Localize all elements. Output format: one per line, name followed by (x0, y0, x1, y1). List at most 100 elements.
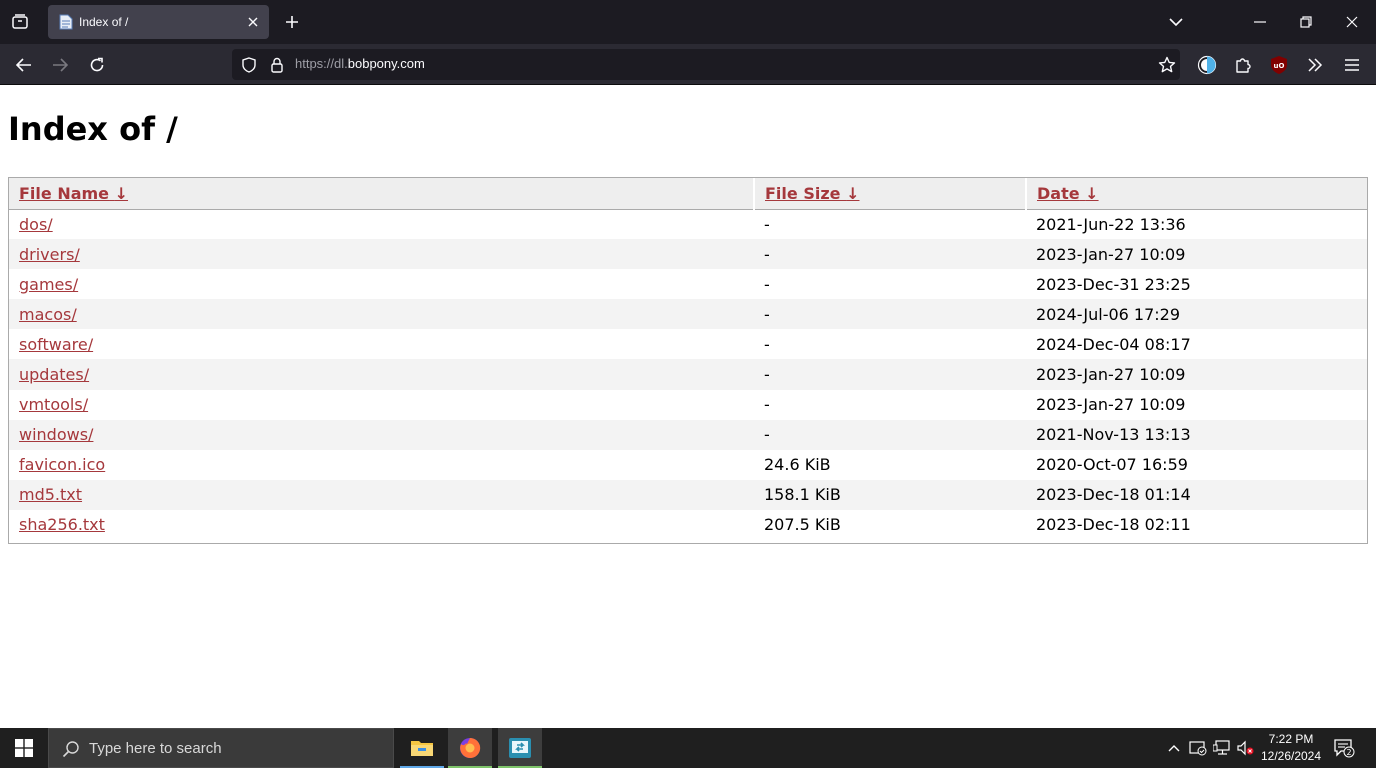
table-row: macos/ - 2024-Jul-06 17:29 (9, 299, 1367, 330)
network-icon[interactable] (1212, 738, 1232, 758)
file-explorer-icon[interactable] (400, 728, 444, 768)
file-link[interactable]: md5.txt (19, 485, 82, 504)
security-center-icon[interactable] (1188, 738, 1208, 758)
navigation-toolbar: https://dl.bobpony.com uO (0, 44, 1376, 85)
file-date: 2023-Dec-31 23:25 (1036, 274, 1191, 294)
chevron-double-right-icon[interactable] (1303, 53, 1327, 77)
forward-arrow-icon[interactable] (48, 53, 72, 77)
notification-center-icon[interactable]: 2 (1332, 737, 1356, 759)
clock-time: 7:22 PM (1268, 732, 1314, 746)
table-row: software/ - 2024-Dec-04 08:17 (9, 329, 1367, 359)
taskbar-clock[interactable]: 7:22 PM 12/26/2024 (1256, 731, 1326, 765)
file-size: - (764, 334, 770, 354)
header-file-size: File Size ↓ (754, 178, 1027, 210)
file-date: 2021-Nov-13 13:13 (1026, 419, 1367, 450)
file-date: 2024-Dec-04 08:17 (1036, 334, 1191, 354)
new-tab-icon[interactable] (282, 12, 302, 32)
file-date: 2023-Dec-18 01:14 (1026, 479, 1367, 510)
minimize-icon[interactable] (1250, 12, 1270, 32)
close-window-icon[interactable] (1342, 12, 1362, 32)
file-date: 2023-Jan-27 10:09 (1036, 395, 1186, 415)
search-icon (61, 739, 81, 759)
file-size: - (754, 239, 1026, 270)
puzzle-icon[interactable] (1231, 53, 1255, 77)
table-row: vmtools/ - 2023-Jan-27 10:09 (9, 390, 1367, 420)
file-listing-table: File Name ↓ File Size ↓ Date ↓ dos/ - 20… (8, 177, 1368, 544)
clock-date: 12/26/2024 (1260, 749, 1322, 763)
file-link[interactable]: sha256.txt (19, 515, 105, 534)
table-row: sha256.txt 207.5 KiB 2023-Dec-18 02:11 (9, 510, 1367, 540)
file-size: - (764, 395, 770, 415)
file-size: - (764, 274, 770, 294)
file-size: - (754, 359, 1026, 390)
file-size: 207.5 KiB (764, 515, 841, 535)
file-size: - (764, 214, 770, 234)
table-row: dos/ - 2021-Jun-22 13:36 (9, 209, 1367, 239)
page-title: Index of / (8, 110, 178, 148)
file-link[interactable]: macos/ (19, 305, 77, 324)
file-link[interactable]: games/ (19, 275, 78, 294)
table-row: windows/ - 2021-Nov-13 13:13 (9, 419, 1367, 450)
url-prefix: https://dl. (295, 56, 348, 71)
hamburger-menu-icon[interactable] (1340, 53, 1364, 77)
tab-title: Index of / (79, 15, 129, 29)
sort-by-name-link[interactable]: File Name ↓ (19, 184, 128, 203)
tracking-shield-icon[interactable] (240, 56, 258, 74)
file-date: 2023-Jan-27 10:09 (1026, 359, 1367, 390)
table-row: games/ - 2023-Dec-31 23:25 (9, 269, 1367, 299)
table-header-row: File Name ↓ File Size ↓ Date ↓ (9, 178, 1367, 210)
sort-by-size-link[interactable]: File Size ↓ (765, 184, 859, 203)
file-link[interactable]: vmtools/ (19, 395, 88, 414)
file-date: 2021-Jun-22 13:36 (1036, 214, 1186, 234)
url-bar[interactable]: https://dl.bobpony.com (232, 49, 1180, 80)
file-link[interactable]: favicon.ico (19, 455, 105, 474)
table-row: updates/ - 2023-Jan-27 10:09 (9, 359, 1367, 390)
sort-by-date-link[interactable]: Date ↓ (1037, 184, 1099, 203)
sort-arrow-icon: ↓ (114, 183, 129, 203)
windows-taskbar: Type here to search 7:22 PM 12/26/2024 2 (0, 728, 1376, 768)
sort-arrow-icon: ↓ (846, 183, 860, 203)
file-link[interactable]: drivers/ (19, 245, 80, 264)
file-date: 2020-Oct-07 16:59 (1036, 455, 1188, 475)
document-favicon-icon (58, 14, 74, 30)
chevron-up-icon[interactable] (1164, 738, 1184, 758)
file-size: 24.6 KiB (764, 455, 831, 475)
file-date: 2023-Dec-18 02:11 (1036, 515, 1191, 535)
header-file-name: File Name ↓ (9, 178, 755, 210)
dark-reader-icon[interactable] (1195, 53, 1219, 77)
tab-list-icon[interactable] (8, 10, 32, 34)
browser-tab-bar: Index of / (0, 0, 1376, 44)
lock-icon[interactable] (268, 56, 286, 74)
back-arrow-icon[interactable] (12, 53, 36, 77)
ublock-origin-icon[interactable]: uO (1267, 53, 1291, 77)
file-size: - (754, 299, 1026, 330)
url-text[interactable]: https://dl.bobpony.com (295, 56, 425, 71)
file-date: 2023-Jan-27 10:09 (1026, 239, 1367, 270)
file-link[interactable]: windows/ (19, 425, 93, 444)
file-link[interactable]: software/ (19, 335, 93, 354)
table-row: favicon.ico 24.6 KiB 2020-Oct-07 16:59 (9, 450, 1367, 480)
file-link[interactable]: dos/ (19, 215, 53, 234)
file-date: 2024-Jul-06 17:29 (1026, 299, 1367, 330)
file-size: 158.1 KiB (754, 479, 1026, 510)
windows-start-icon[interactable] (0, 728, 48, 768)
restore-icon[interactable] (1296, 12, 1316, 32)
file-link[interactable]: updates/ (19, 365, 89, 384)
file-size: - (754, 419, 1026, 450)
search-placeholder: Type here to search (89, 740, 222, 757)
volume-muted-icon[interactable] (1236, 738, 1256, 758)
remote-desktop-app-icon[interactable] (498, 728, 542, 768)
header-date: Date ↓ (1026, 178, 1367, 210)
close-tab-icon[interactable] (245, 14, 261, 30)
reload-icon[interactable] (85, 53, 109, 77)
star-icon[interactable] (1155, 53, 1179, 77)
table-row: md5.txt 158.1 KiB 2023-Dec-18 01:14 (9, 479, 1367, 510)
svg-text:uO: uO (1274, 62, 1285, 70)
sort-arrow-icon: ↓ (1085, 183, 1099, 203)
url-domain: bobpony.com (347, 56, 425, 71)
tab-index-of[interactable]: Index of / (48, 5, 269, 39)
firefox-icon[interactable] (448, 728, 492, 768)
list-all-tabs-chevron-icon[interactable] (1166, 12, 1186, 32)
table-row: drivers/ - 2023-Jan-27 10:09 (9, 239, 1367, 270)
taskbar-search-box[interactable]: Type here to search (48, 728, 394, 768)
